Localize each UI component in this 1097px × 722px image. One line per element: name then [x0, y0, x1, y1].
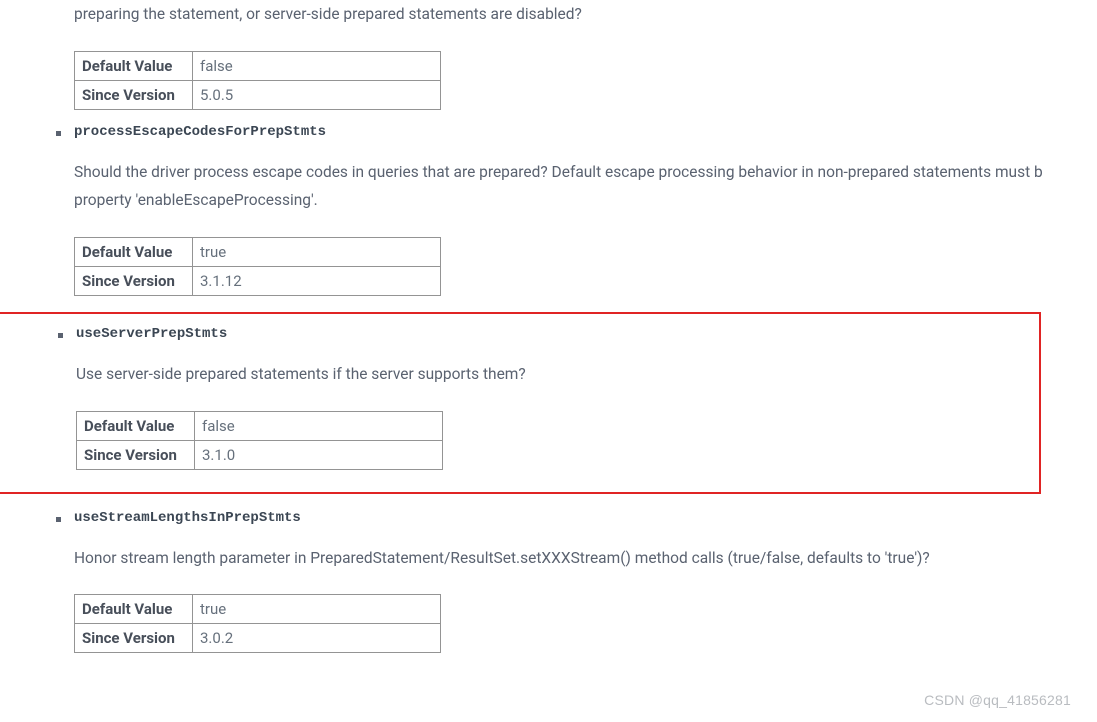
- property-table: Default Value false Since Version 5.0.5: [74, 51, 441, 110]
- table-row: Since Version 3.0.2: [75, 624, 441, 653]
- table-header-default-value: Default Value: [75, 238, 193, 267]
- table-header-since-version: Since Version: [75, 267, 193, 296]
- property-table: Default Value false Since Version 3.1.0: [76, 411, 443, 470]
- table-row: Default Value true: [75, 595, 441, 624]
- table-header-default-value: Default Value: [77, 411, 195, 440]
- property-name: processEscapeCodesForPrepStmts: [74, 124, 1097, 140]
- table-cell-default-value: true: [193, 238, 441, 267]
- table-header-since-version: Since Version: [75, 624, 193, 653]
- table-header-default-value: Default Value: [75, 51, 193, 80]
- property-item: processEscapeCodesForPrepStmts Should th…: [38, 124, 1097, 296]
- property-item-highlighted: useServerPrepStmts Use server-side prepa…: [0, 312, 1041, 494]
- property-name: useServerPrepStmts: [76, 326, 1021, 342]
- property-item: useServerPrepStmts Use server-side prepa…: [40, 326, 1021, 470]
- property-item-fragment: preparing the statement, or server-side …: [38, 0, 1097, 110]
- table-header-default-value: Default Value: [75, 595, 193, 624]
- table-cell-default-value: false: [193, 51, 441, 80]
- table-row: Since Version 5.0.5: [75, 80, 441, 109]
- property-list: preparing the statement, or server-side …: [38, 0, 1097, 653]
- table-header-since-version: Since Version: [75, 80, 193, 109]
- table-cell-since-version: 3.1.12: [193, 267, 441, 296]
- table-cell-since-version: 5.0.5: [193, 80, 441, 109]
- watermark: CSDN @qq_41856281: [924, 692, 1071, 708]
- table-row: Default Value false: [77, 411, 443, 440]
- table-header-since-version: Since Version: [77, 440, 195, 469]
- property-table: Default Value true Since Version 3.0.2: [74, 594, 441, 653]
- property-description: preparing the statement, or server-side …: [74, 0, 1097, 29]
- property-description: Use server-side prepared statements if t…: [76, 360, 1021, 389]
- property-name: useStreamLengthsInPrepStmts: [74, 510, 1097, 526]
- property-item: useStreamLengthsInPrepStmts Honor stream…: [38, 510, 1097, 654]
- table-cell-default-value: true: [193, 595, 441, 624]
- property-table: Default Value true Since Version 3.1.12: [74, 237, 441, 296]
- property-description: Honor stream length parameter in Prepare…: [74, 544, 1097, 573]
- table-cell-since-version: 3.0.2: [193, 624, 441, 653]
- doc-container: preparing the statement, or server-side …: [0, 0, 1097, 653]
- table-row: Since Version 3.1.0: [77, 440, 443, 469]
- table-cell-since-version: 3.1.0: [195, 440, 443, 469]
- table-row: Since Version 3.1.12: [75, 267, 441, 296]
- property-description: Should the driver process escape codes i…: [74, 158, 1097, 215]
- table-cell-default-value: false: [195, 411, 443, 440]
- table-row: Default Value true: [75, 238, 441, 267]
- table-row: Default Value false: [75, 51, 441, 80]
